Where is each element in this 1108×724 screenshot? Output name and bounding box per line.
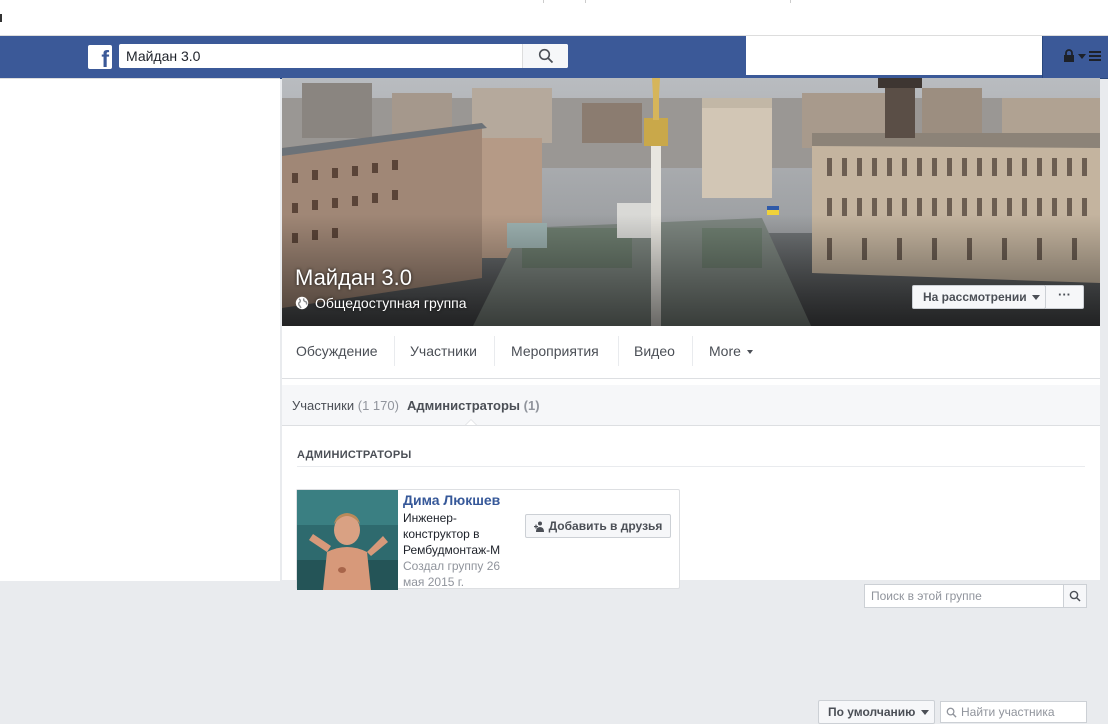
add-friend-label: Добавить в друзья	[548, 519, 663, 533]
group-title[interactable]: Майдан 3.0	[295, 265, 412, 291]
group-search-button[interactable]	[1063, 585, 1086, 607]
admin-card: Дима Люкшев Инженер-конструктор в Рембуд…	[296, 489, 680, 590]
global-search	[119, 44, 568, 68]
sort-dropdown[interactable]: По умолчанию	[818, 700, 935, 724]
membership-status-label: На рассмотрении	[923, 290, 1027, 304]
more-options-label: ···	[1058, 287, 1071, 302]
members-filter-all[interactable]: Участники (1 170)	[292, 398, 399, 413]
left-sidebar	[0, 78, 280, 581]
browser-top-strip	[0, 0, 1108, 36]
admins-section-title: АДМИНИСТРАТОРЫ	[297, 449, 412, 461]
top-strip-divider	[543, 0, 544, 3]
header-divider	[1042, 36, 1043, 78]
cover-photo: Майдан 3.0 Общедоступная группа На рассм…	[282, 78, 1100, 326]
tab-divider	[394, 336, 395, 366]
member-search	[940, 701, 1087, 723]
membership-status-button[interactable]: На рассмотрении	[912, 285, 1046, 309]
facebook-logo-letter: f	[101, 46, 109, 69]
search-icon	[538, 48, 554, 64]
chevron-down-icon	[921, 710, 930, 716]
global-search-input[interactable]	[119, 44, 526, 68]
top-strip-mark	[0, 14, 2, 22]
admin-photo	[297, 490, 398, 590]
add-friend-icon	[533, 521, 544, 532]
lock-icon	[1064, 49, 1074, 62]
search-button[interactable]	[522, 44, 568, 68]
search-icon	[1069, 590, 1081, 602]
group-privacy-label: Общедоступная группа	[315, 295, 467, 311]
admin-created-date: Создал группу 26 мая 2015 г.	[403, 559, 501, 589]
chevron-down-icon	[1078, 54, 1086, 59]
sort-dropdown-label: По умолчанию	[828, 705, 916, 719]
menu-lines-icon	[1089, 51, 1101, 61]
active-filter-pointer-inner	[466, 420, 476, 425]
tab-discussion[interactable]: Обсуждение	[296, 343, 378, 359]
admin-description: Инженер-конструктор в Рембудмонтаж-М	[403, 511, 501, 557]
group-privacy: Общедоступная группа	[295, 295, 467, 311]
header-blank-panel	[746, 36, 1042, 75]
members-filter-admins[interactable]: Администраторы (1)	[407, 398, 540, 413]
avatar[interactable]	[297, 490, 398, 590]
chevron-down-icon	[1031, 294, 1040, 300]
tab-divider	[494, 336, 495, 366]
top-strip-divider	[790, 0, 791, 3]
group-main-column: Майдан 3.0 Общедоступная группа На рассм…	[282, 78, 1100, 724]
top-strip-divider	[585, 0, 586, 3]
facebook-icon[interactable]: f	[88, 45, 112, 69]
admins-filter-label: Администраторы	[407, 398, 521, 413]
members-count: (1 170)	[357, 398, 399, 413]
tab-more-label: More	[709, 343, 741, 359]
group-search	[864, 584, 1087, 608]
group-search-input[interactable]	[865, 585, 1066, 607]
section-divider	[297, 466, 1085, 467]
member-search-input[interactable]	[961, 702, 1083, 722]
more-options-button[interactable]: ···	[1045, 285, 1084, 309]
members-subnav: Участники (1 170) Администраторы (1) По …	[282, 385, 1100, 724]
tab-members[interactable]: Участники	[410, 343, 477, 359]
group-tabs: Обсуждение Участники Мероприятия Видео M…	[282, 326, 1100, 608]
chevron-down-icon	[746, 350, 753, 355]
add-friend-button[interactable]: Добавить в друзья	[525, 514, 671, 538]
members-filter-label: Участники	[292, 398, 355, 413]
tab-videos[interactable]: Видео	[634, 343, 675, 359]
globe-icon	[295, 296, 309, 310]
tab-events[interactable]: Мероприятия	[511, 343, 599, 359]
admins-count: (1)	[523, 398, 540, 413]
search-icon	[946, 707, 957, 718]
tab-more[interactable]: More	[709, 343, 753, 359]
admin-name[interactable]: Дима Люкшев	[403, 492, 500, 508]
tab-divider	[618, 336, 619, 366]
tab-divider	[692, 336, 693, 366]
